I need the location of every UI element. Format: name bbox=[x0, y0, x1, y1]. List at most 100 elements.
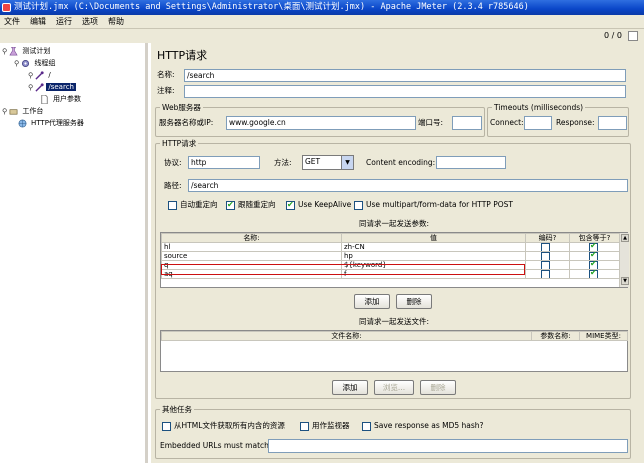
tree-item-sampler-search[interactable]: ⚲ /search bbox=[28, 82, 76, 93]
tree-item-test-plan[interactable]: ⚲ 测试计划 bbox=[2, 46, 52, 57]
http-request-group-title: HTTP请求 bbox=[160, 138, 199, 149]
include-equals-cell[interactable] bbox=[569, 260, 620, 270]
tree-expand-icon[interactable]: ⚲ bbox=[28, 72, 33, 80]
include-equals-cell[interactable] bbox=[569, 251, 620, 261]
encode-checkbox[interactable] bbox=[541, 243, 550, 251]
monitor-checkbox[interactable] bbox=[300, 422, 309, 431]
window-title: 测试计划.jmx (C:\Documents and Settings\Admi… bbox=[14, 2, 529, 12]
param-name-cell[interactable]: hl bbox=[161, 242, 342, 252]
files-header-row: 文件名称: 参数名称: MIME类型: bbox=[161, 331, 628, 341]
menu-help[interactable]: 帮助 bbox=[104, 15, 130, 28]
encode-cell[interactable] bbox=[525, 269, 570, 279]
browse-file-button[interactable]: 浏览... bbox=[374, 380, 414, 395]
tree-item-sampler-root[interactable]: ⚲ / bbox=[28, 70, 53, 81]
delete-param-button[interactable]: 删除 bbox=[396, 294, 432, 309]
include-equals-cell[interactable] bbox=[569, 242, 620, 252]
path-input[interactable]: /search bbox=[188, 179, 628, 192]
auto-redirect-checkbox[interactable] bbox=[168, 201, 177, 210]
tree-expand-icon[interactable]: ⚲ bbox=[28, 84, 33, 92]
protocol-input[interactable]: http bbox=[188, 156, 260, 169]
method-value: GET bbox=[305, 157, 321, 166]
multipart-label: Use multipart/form-data for HTTP POST bbox=[366, 200, 513, 209]
include-equals-checkbox[interactable] bbox=[589, 270, 598, 278]
encode-checkbox[interactable] bbox=[541, 252, 550, 260]
column-header-mime-type[interactable]: MIME类型: bbox=[579, 331, 628, 341]
encoding-input[interactable] bbox=[436, 156, 506, 169]
web-server-group: Web服务器 服务器名称或IP: www.google.cn 端口号: bbox=[155, 102, 485, 137]
param-value-cell[interactable]: zh-CN bbox=[341, 242, 526, 252]
window-title-bar: 测试计划.jmx (C:\Documents and Settings\Admi… bbox=[0, 0, 644, 15]
chevron-down-icon[interactable]: ▼ bbox=[341, 156, 353, 169]
flask-icon bbox=[9, 47, 18, 56]
md5-checkbox[interactable] bbox=[362, 422, 371, 431]
keepalive-checkbox[interactable] bbox=[286, 200, 295, 210]
column-header-name[interactable]: 名称: bbox=[161, 233, 342, 243]
pipette-icon bbox=[35, 71, 45, 80]
encode-checkbox[interactable] bbox=[541, 270, 550, 278]
comment-input[interactable] bbox=[184, 85, 626, 98]
files-heading: 同请求一起发送文件: bbox=[358, 317, 430, 326]
web-server-group-title: Web服务器 bbox=[160, 102, 203, 113]
connect-label: Connect: bbox=[490, 118, 524, 127]
add-file-button[interactable]: 添加 bbox=[332, 380, 368, 395]
follow-redirect-label: 跟随重定向 bbox=[238, 200, 276, 209]
connect-timeout-input[interactable] bbox=[524, 116, 552, 130]
path-label: 路径: bbox=[164, 181, 182, 190]
column-header-param-name[interactable]: 参数名称: bbox=[531, 331, 580, 341]
encode-cell[interactable] bbox=[525, 251, 570, 261]
scroll-up-icon[interactable]: ▲ bbox=[621, 234, 629, 242]
multipart-checkbox[interactable] bbox=[354, 201, 363, 210]
delete-file-button[interactable]: 删除 bbox=[420, 380, 456, 395]
other-tasks-group-title: 其他任务 bbox=[160, 404, 194, 415]
scroll-down-icon[interactable]: ▼ bbox=[621, 277, 629, 285]
tree-item-thread-group[interactable]: ⚲ 线程组 bbox=[14, 58, 57, 69]
tree-item-proxy[interactable]: HTTP代理服务器 bbox=[18, 118, 86, 129]
follow-redirect-checkbox[interactable] bbox=[226, 200, 235, 210]
encode-cell[interactable] bbox=[525, 242, 570, 252]
method-label: 方法: bbox=[274, 158, 292, 167]
tree-item-user-params[interactable]: 用户参数 bbox=[40, 94, 83, 105]
column-header-value[interactable]: 值 bbox=[341, 233, 526, 243]
param-name-cell[interactable]: source bbox=[161, 251, 342, 261]
http-request-panel: HTTP请求 名称: /search 注释: Web服务器 服务器名称或IP: … bbox=[151, 43, 644, 463]
encode-checkbox[interactable] bbox=[541, 261, 550, 269]
tree-expand-icon[interactable]: ⚲ bbox=[2, 48, 7, 56]
embedded-resources-checkbox[interactable] bbox=[162, 422, 171, 431]
include-equals-cell[interactable] bbox=[569, 269, 620, 279]
response-timeout-input[interactable] bbox=[598, 116, 627, 130]
host-input[interactable]: www.google.cn bbox=[226, 116, 416, 130]
include-equals-checkbox[interactable] bbox=[589, 243, 598, 251]
tree-item-workbench[interactable]: ⚲ 工作台 bbox=[2, 106, 45, 117]
params-heading: 同请求一起发送参数: bbox=[358, 219, 430, 228]
timeouts-group-title: Timeouts (milliseconds) bbox=[492, 102, 586, 113]
include-equals-checkbox[interactable] bbox=[589, 261, 598, 269]
column-header-encode[interactable]: 编码? bbox=[525, 233, 570, 243]
embedded-match-input[interactable] bbox=[268, 439, 628, 453]
table-row[interactable]: hl zh-CN bbox=[161, 242, 620, 252]
port-label: 端口号: bbox=[418, 118, 444, 127]
method-select[interactable]: GET ▼ bbox=[302, 155, 354, 170]
include-equals-checkbox[interactable] bbox=[589, 252, 598, 260]
menu-run[interactable]: 运行 bbox=[52, 15, 78, 28]
encode-cell[interactable] bbox=[525, 260, 570, 270]
tree-expand-icon[interactable]: ⚲ bbox=[14, 60, 19, 68]
params-scrollbar[interactable]: ▲ ▼ bbox=[619, 233, 629, 287]
table-row[interactable]: source hp bbox=[161, 251, 620, 261]
test-tree: ⚲ 测试计划 ⚲ 线程组 ⚲ / ⚲ /search 用户参数 ⚲ 工作台 HT… bbox=[0, 43, 148, 463]
port-input[interactable] bbox=[452, 116, 482, 130]
add-param-button[interactable]: 添加 bbox=[354, 294, 390, 309]
files-table: 文件名称: 参数名称: MIME类型: bbox=[161, 331, 628, 341]
highlight-annotation bbox=[161, 264, 525, 275]
timeouts-group: Timeouts (milliseconds) Connect: Respons… bbox=[487, 102, 629, 137]
param-value-cell[interactable]: hp bbox=[341, 251, 526, 261]
globe-icon bbox=[18, 119, 27, 128]
gear-icon bbox=[22, 59, 30, 68]
column-header-include-equals[interactable]: 包含等于? bbox=[569, 233, 620, 243]
name-input[interactable]: /search bbox=[184, 69, 626, 82]
menu-edit[interactable]: 编辑 bbox=[26, 15, 52, 28]
tree-expand-icon[interactable]: ⚲ bbox=[2, 108, 7, 116]
menu-options[interactable]: 选项 bbox=[78, 15, 104, 28]
menu-file[interactable]: 文件 bbox=[0, 15, 26, 28]
other-tasks-group: 其他任务 从HTML文件获取所有内含的资源 用作监视器 Save respons… bbox=[155, 404, 631, 459]
column-header-file-name[interactable]: 文件名称: bbox=[161, 331, 532, 341]
